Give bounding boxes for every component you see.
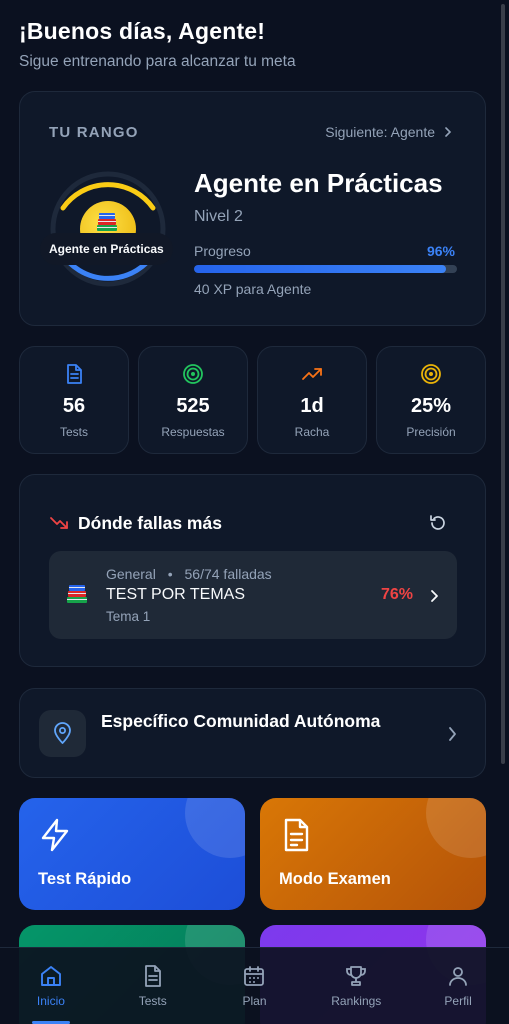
- progress-label: Progreso: [194, 243, 251, 259]
- stat-label: Tests: [59, 425, 88, 439]
- stat-value: 525: [176, 395, 210, 417]
- trending-up-icon: [302, 368, 322, 380]
- next-rank-label: Siguiente: Agente: [325, 124, 435, 140]
- nav-label: Inicio: [36, 994, 65, 1008]
- xp-remaining: 40 XP para Agente: [194, 281, 312, 297]
- target-icon: [183, 364, 203, 384]
- lightning-icon: [41, 818, 69, 852]
- greeting-title: ¡Buenos días, Agente!: [19, 18, 266, 44]
- fail-percent: 76%: [380, 586, 413, 603]
- progress-percent: 96%: [426, 243, 455, 259]
- fail-separator: •: [167, 566, 173, 582]
- fail-topic: Tema 1: [106, 609, 151, 624]
- user-icon: [449, 967, 467, 986]
- progress-bar: [194, 265, 457, 273]
- header: ¡Buenos días, Agente! Sigue entrenando p…: [19, 18, 296, 71]
- stat-value: 1d: [300, 395, 324, 417]
- exam-mode-label: Modo Examen: [279, 870, 391, 888]
- chevron-right-icon: [449, 727, 456, 741]
- chevron-right-icon: [431, 590, 438, 602]
- refresh-icon[interactable]: [428, 513, 448, 533]
- document-icon: [67, 364, 82, 384]
- stat-answers[interactable]: 525 Respuestas: [138, 346, 248, 454]
- stat-streak[interactable]: 1d Racha: [257, 346, 367, 454]
- nav-rankings[interactable]: Rankings: [305, 948, 407, 1024]
- home-icon: [40, 966, 61, 986]
- document-icon: [144, 965, 161, 987]
- exam-mode-button[interactable]: Modo Examen: [260, 798, 486, 910]
- fail-item[interactable]: General • 56/74 falladas TEST POR TEMAS …: [49, 551, 457, 639]
- bottom-nav: Inicio Tests Plan Rankings Perfil: [0, 947, 509, 1024]
- stat-label: Respuestas: [161, 425, 225, 439]
- stat-precision[interactable]: 25% Precisión: [376, 346, 486, 454]
- calendar-icon: [244, 966, 265, 986]
- fail-category: General: [106, 566, 156, 582]
- nav-plan[interactable]: Plan: [204, 948, 306, 1024]
- nav-label: Plan: [242, 994, 267, 1008]
- books-icon: [97, 213, 117, 231]
- fail-name: TEST POR TEMAS: [106, 586, 245, 603]
- fails-title: Dónde fallas más: [78, 513, 222, 533]
- stat-value: 25%: [410, 395, 452, 417]
- clipboard-icon: [284, 818, 309, 852]
- rank-card: TU RANGO Siguiente: Agente Agente en Prá…: [19, 91, 486, 326]
- region-icon-box: [39, 710, 86, 757]
- rank-title: Agente en Prácticas: [194, 168, 443, 198]
- quick-test-button[interactable]: Test Rápido: [19, 798, 245, 910]
- next-rank-link[interactable]: Siguiente: Agente: [325, 124, 453, 140]
- greeting-subtitle: Sigue entrenando para alcanzar tu meta: [19, 53, 296, 70]
- quick-test-label: Test Rápido: [38, 870, 132, 888]
- scrollbar[interactable]: [501, 4, 505, 764]
- region-title: Específico Comunidad Autónoma: [101, 711, 381, 731]
- nav-label: Tests: [138, 994, 167, 1008]
- nav-tests[interactable]: Tests: [102, 948, 204, 1024]
- chevron-right-icon: [445, 127, 452, 137]
- tile-decoration: [426, 798, 486, 858]
- progress-bar-fill: [194, 265, 447, 273]
- bullseye-icon: [421, 364, 441, 384]
- location-pin-icon: [54, 722, 71, 744]
- stat-value: 56: [62, 395, 86, 417]
- fail-meta: General • 56/74 falladas: [106, 566, 272, 582]
- tile-decoration: [185, 798, 245, 858]
- nav-profile[interactable]: Perfil: [407, 948, 509, 1024]
- region-card[interactable]: Específico Comunidad Autónoma: [19, 688, 486, 778]
- trophy-icon: [346, 966, 367, 986]
- nav-label: Perfil: [444, 994, 472, 1008]
- rank-label: TU RANGO: [49, 124, 139, 141]
- stat-tests[interactable]: 56 Tests: [19, 346, 129, 454]
- rank-level: Nivel 2: [194, 208, 243, 225]
- fails-card: Dónde fallas más General • 56/74 fallada…: [19, 474, 486, 667]
- nav-label: Rankings: [331, 994, 382, 1008]
- rank-badge-label: Agente en Prácticas: [40, 233, 173, 265]
- books-icon: [67, 585, 87, 603]
- stat-label: Precisión: [406, 425, 456, 439]
- fail-count: 56/74 falladas: [184, 566, 272, 582]
- nav-home[interactable]: Inicio: [0, 948, 102, 1024]
- stat-label: Racha: [294, 425, 330, 439]
- trending-down-icon: [50, 517, 68, 529]
